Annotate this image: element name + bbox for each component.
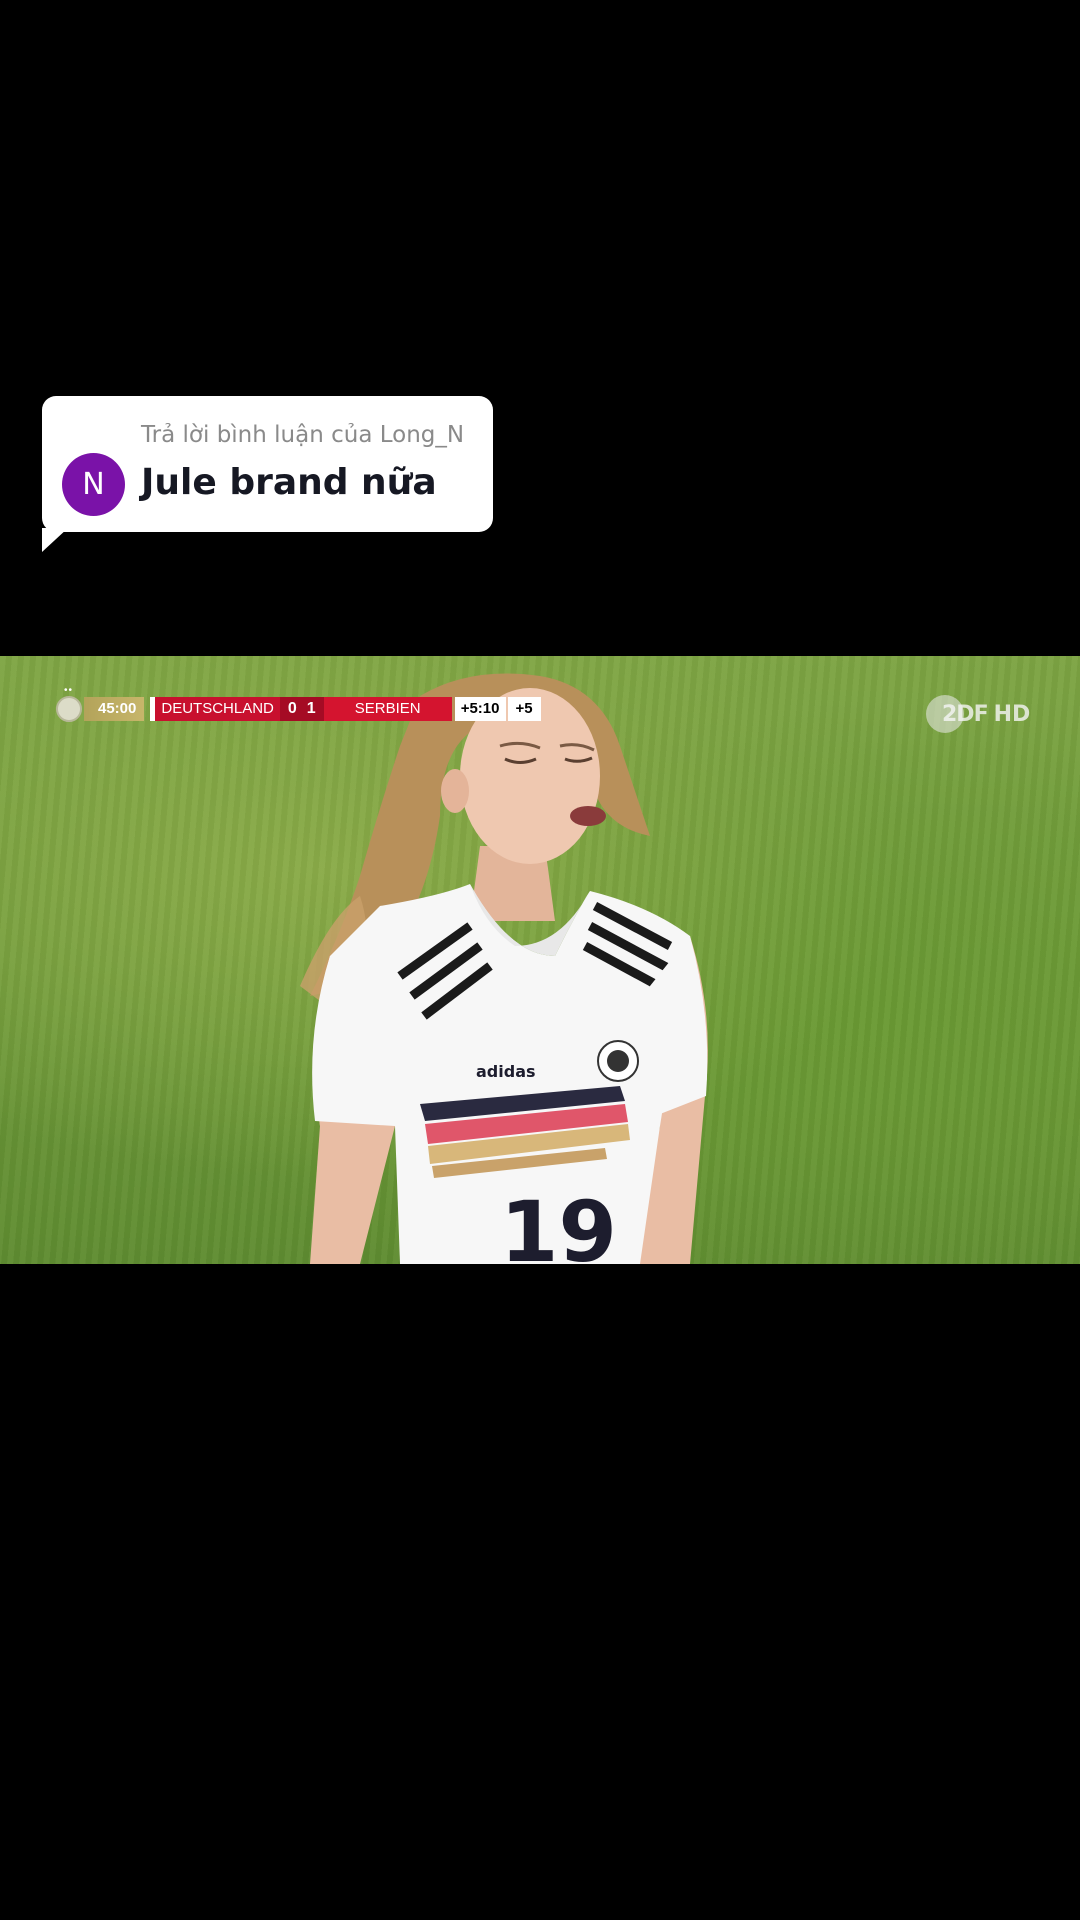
scoreboard: •• 45:00 DEUTSCHLAND 0 1 SERBIEN +5:10 +… <box>56 685 541 722</box>
avatar-letter: N <box>82 467 105 502</box>
match-clock: 45:00 <box>84 697 145 721</box>
crest-icon: •• <box>56 685 84 722</box>
player-image: 19 adidas <box>300 673 708 1264</box>
logo-hd: HD <box>993 701 1031 727</box>
logo-text: 2DF <box>942 701 989 727</box>
reply-header: Trả lời bình luận của Long_N <box>141 422 465 448</box>
broadcaster-logo: 2DF HD <box>926 695 1031 733</box>
reply-comment-text: Jule brand nữa <box>141 462 437 503</box>
video-player[interactable]: 19 adidas •• 45:00 DEUTSCHLAND 0 1 SERBI… <box>0 656 1080 1264</box>
shirt-number: 19 <box>500 1183 617 1264</box>
commenter-avatar: N <box>62 453 125 516</box>
reply-comment-sticker[interactable]: N Trả lời bình luận của Long_N Jule bran… <box>42 396 493 532</box>
shirt-brand: adidas <box>476 1062 536 1081</box>
added-time-clock: +5:10 <box>454 697 506 721</box>
home-score: 0 <box>287 700 297 717</box>
away-team: SERBIEN <box>323 697 452 721</box>
reply-bubble-tail <box>42 528 68 552</box>
added-minutes: +5 <box>507 697 541 721</box>
away-score: 1 <box>306 700 316 717</box>
home-team: DEUTSCHLAND <box>155 697 280 721</box>
score: 0 1 <box>279 697 324 721</box>
